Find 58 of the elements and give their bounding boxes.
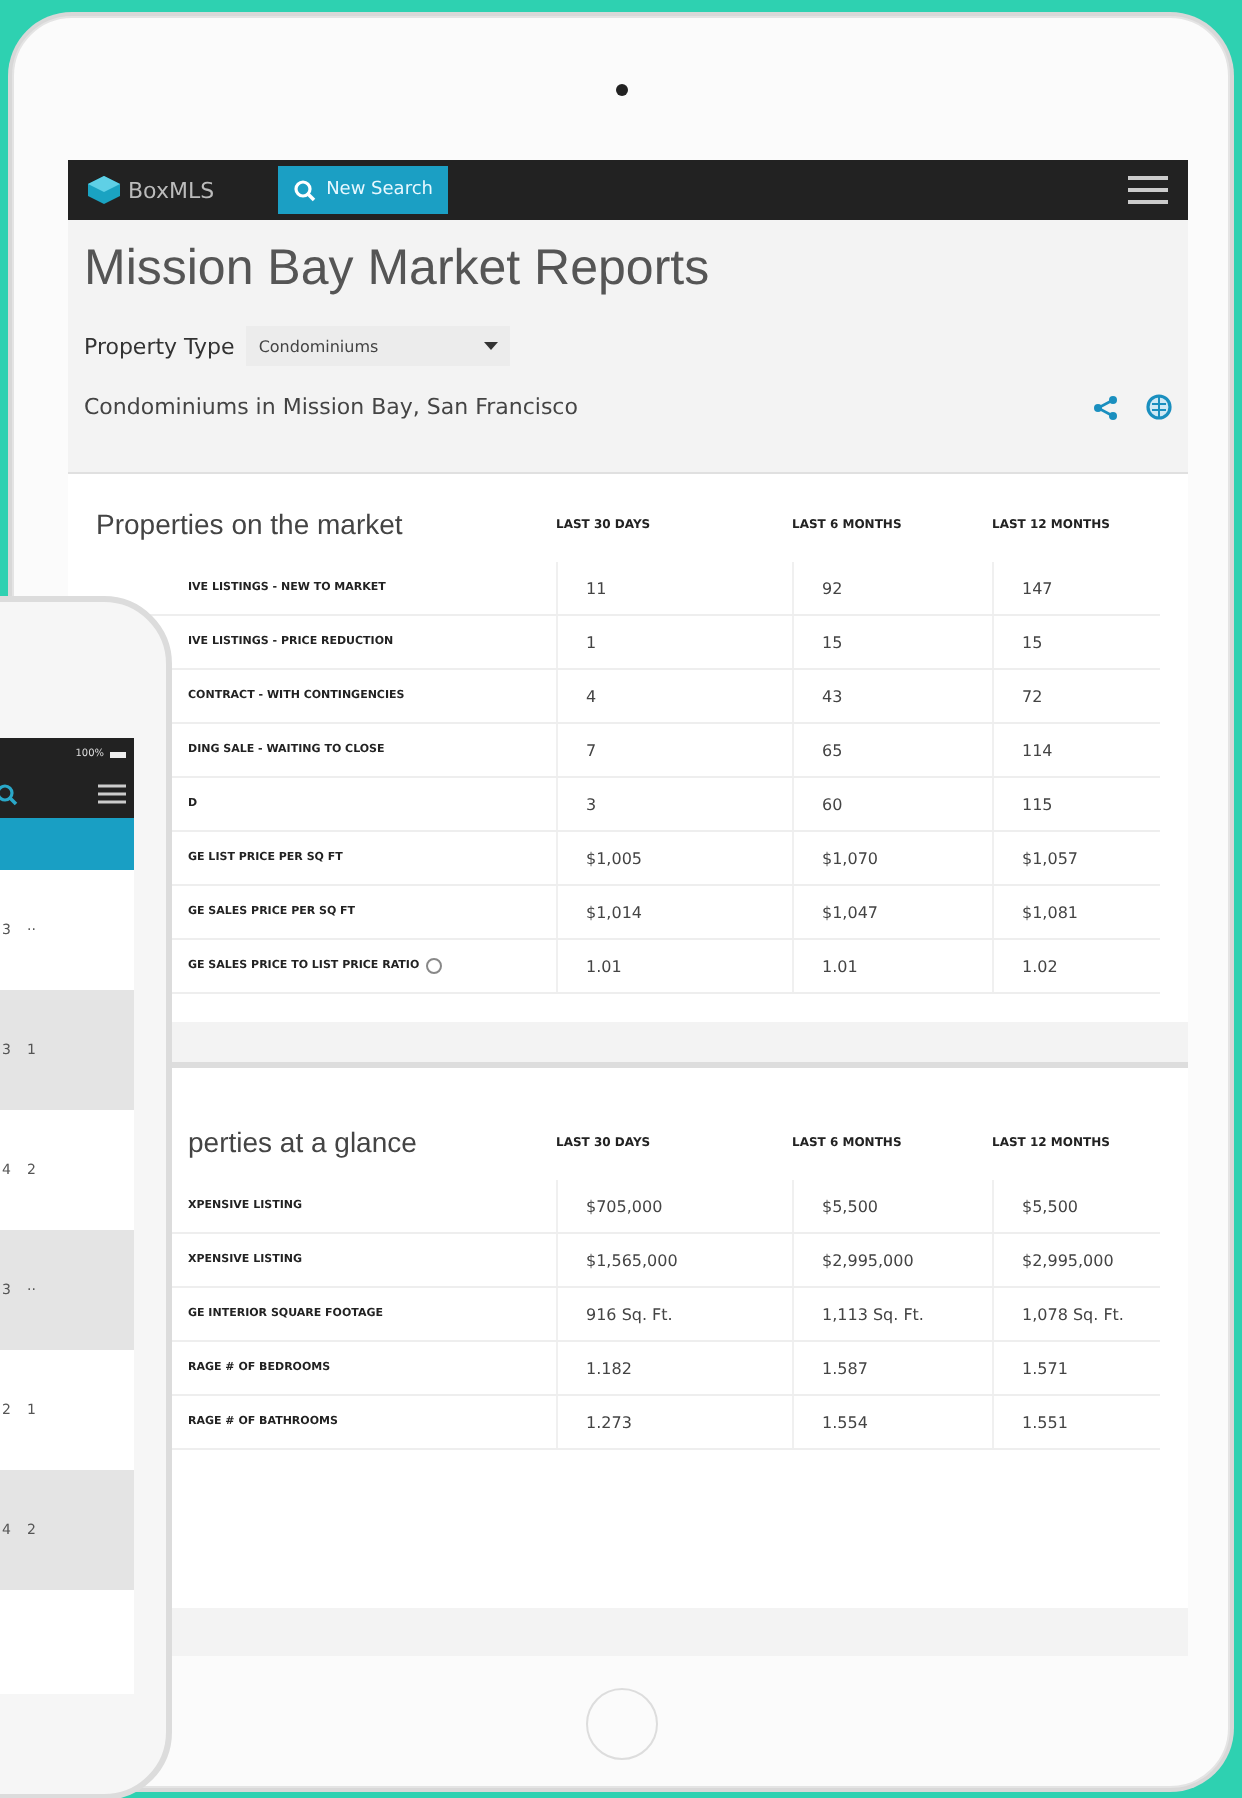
table-cell: 15 bbox=[792, 616, 992, 668]
table-cell: 3 bbox=[556, 778, 792, 830]
table-cell: $1,005 bbox=[556, 832, 792, 884]
table-cell: 92 bbox=[792, 562, 992, 614]
search-icon bbox=[294, 179, 317, 201]
info-icon[interactable] bbox=[425, 958, 442, 974]
table-cell: $5,500 bbox=[792, 1180, 992, 1232]
table-cell: $2,995,000 bbox=[792, 1234, 992, 1286]
cube-logo-icon bbox=[88, 176, 120, 204]
section-title: perties at a glance bbox=[186, 1126, 419, 1158]
table-cell: $1,081 bbox=[992, 886, 1160, 938]
phone-header-bar bbox=[0, 818, 134, 870]
table-cell: 15 bbox=[992, 616, 1160, 668]
table-cell: 1,113 Sq. Ft. bbox=[792, 1288, 992, 1340]
table-cell: 43 bbox=[792, 670, 992, 722]
table-cell: 1.587 bbox=[792, 1342, 992, 1394]
table-cell: 60 bbox=[792, 778, 992, 830]
table-cell: 1.182 bbox=[556, 1342, 792, 1394]
caret-icon bbox=[484, 342, 499, 350]
menu-icon[interactable] bbox=[98, 784, 126, 804]
table-cell: 1,078 Sq. Ft. bbox=[992, 1288, 1160, 1340]
filter-label: Property Type bbox=[84, 333, 235, 359]
property-type-dropdown[interactable]: Condominiums bbox=[246, 326, 511, 366]
table-cell: 115 bbox=[992, 778, 1160, 830]
table-cell: 1.273 bbox=[556, 1396, 792, 1448]
globe-icon[interactable] bbox=[1146, 394, 1172, 420]
table-cell: 1.554 bbox=[792, 1396, 992, 1448]
section-title: Properties on the market bbox=[96, 508, 405, 540]
table-cell: 916 Sq. Ft. bbox=[556, 1288, 792, 1340]
search-icon[interactable] bbox=[0, 783, 18, 805]
table-cell: $1,565,000 bbox=[556, 1234, 792, 1286]
share-icon[interactable] bbox=[1094, 395, 1118, 419]
table-cell: 114 bbox=[992, 724, 1160, 776]
table-cell: 7 bbox=[556, 724, 792, 776]
page-title: Mission Bay Market Reports bbox=[84, 240, 712, 298]
table-cell: $2,995,000 bbox=[992, 1234, 1160, 1286]
table-cell: 1 bbox=[556, 616, 792, 668]
camera-dot bbox=[615, 84, 627, 96]
table-cell: $1,057 bbox=[992, 832, 1160, 884]
table-cell: 72 bbox=[992, 670, 1160, 722]
table-cell: 11 bbox=[556, 562, 792, 614]
table-cell: 147 bbox=[992, 562, 1160, 614]
table-cell: 65 bbox=[792, 724, 992, 776]
subtitle: Condominiums in Mission Bay, San Francisco bbox=[84, 394, 578, 420]
logo-text: BoxMLS bbox=[128, 177, 215, 203]
table-cell: 1.02 bbox=[992, 940, 1160, 992]
table-cell: 4 bbox=[556, 670, 792, 722]
table-cell: $1,070 bbox=[792, 832, 992, 884]
battery-icon bbox=[110, 751, 126, 757]
table-cell: 1.01 bbox=[792, 940, 992, 992]
table-cell: $5,500 bbox=[992, 1180, 1160, 1232]
table-cell: $705,000 bbox=[556, 1180, 792, 1232]
table-cell: 1.551 bbox=[992, 1396, 1160, 1448]
table-cell: 1.01 bbox=[556, 940, 792, 992]
menu-icon[interactable] bbox=[1128, 176, 1168, 204]
table-cell: 1.571 bbox=[992, 1342, 1160, 1394]
table-cell: $1,047 bbox=[792, 886, 992, 938]
table-cell: $1,014 bbox=[556, 886, 792, 938]
